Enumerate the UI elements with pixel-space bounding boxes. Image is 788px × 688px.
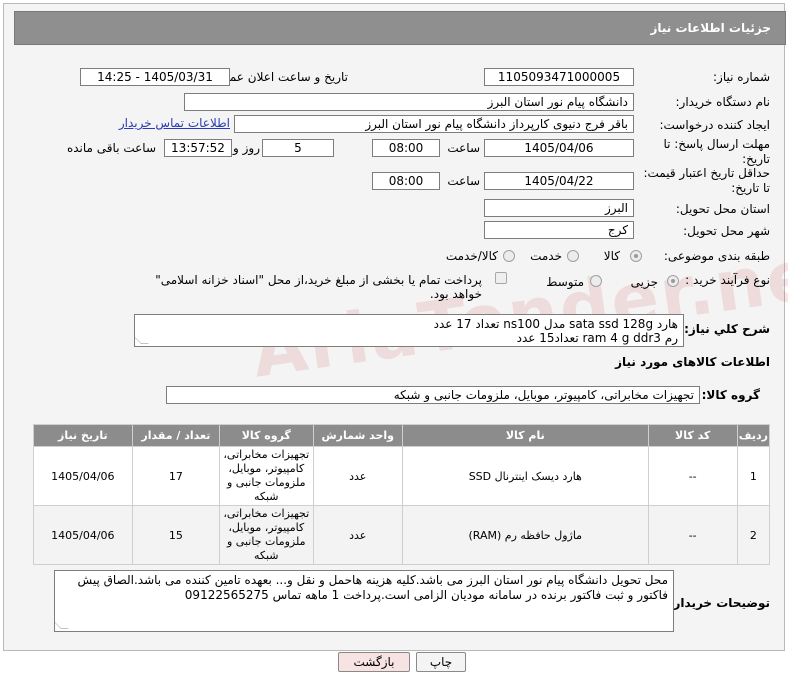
col-header-need-date: تاریخ نیاز [33, 424, 133, 447]
remaining-time-field: 13:57:52 [164, 139, 232, 157]
col-header-code: کد کالا [647, 424, 738, 447]
price-validity-label: حداقل تاریخ اعتبار قیمت: تا تاریخ: [643, 166, 770, 195]
city-label: شهر محل تحویل: [683, 224, 770, 238]
back-button[interactable]: بازگشت [338, 652, 410, 672]
table-row: 2 -- ماژول حافظه رم (RAM) عدد تجهیزات مخ… [33, 505, 771, 565]
category-radio-goods[interactable] [630, 250, 642, 262]
category-option-service: خدمت [530, 249, 562, 263]
cell-group: تجهیزات مخابراتی، کامپیوتر، موبایل، ملزو… [219, 446, 314, 506]
description-line-2: رم ram 4 g ddr3 تعداد15 عدد [516, 331, 678, 345]
city-field: کرج [484, 221, 634, 239]
buyer-notes-textarea[interactable]: محل تحویل دانشگاه پیام نور استان البرز م… [54, 570, 674, 632]
purchase-radio-minor[interactable] [667, 275, 679, 287]
cell-unit: عدد [312, 446, 403, 506]
purchase-radio-medium[interactable] [590, 275, 602, 287]
creator-field: باقر فرج دنیوی کارپرداز دانشگاه پیام نور… [234, 115, 634, 133]
category-option-goods-service: کالا/خدمت [445, 249, 498, 263]
purchase-option-minor: جزیی [630, 275, 658, 289]
cell-code: -- [647, 446, 738, 506]
need-number-label: شماره نیاز: [713, 70, 770, 84]
resize-handle-icon[interactable] [55, 621, 69, 629]
col-header-quantity: تعداد / مقدار [131, 424, 221, 447]
days-field: 5 [262, 139, 334, 157]
cell-group: تجهیزات مخابراتی، کامپیوتر، موبایل، ملزو… [219, 505, 314, 565]
purchase-option-medium: متوسط [546, 275, 584, 289]
col-header-group: گروه کالا [219, 424, 314, 447]
goods-table: ردیف کد کالا نام کالا واحد شمارش گروه کا… [33, 424, 771, 565]
col-header-unit: واحد شمارش [312, 424, 403, 447]
cell-unit: عدد [312, 505, 403, 565]
days-word: روز و [233, 141, 260, 155]
goods-group-field: تجهیزات مخابراتی، کامپیوتر، موبایل، ملزو… [166, 386, 700, 404]
category-radio-service[interactable] [567, 250, 579, 262]
province-field: البرز [484, 199, 634, 217]
table-header-row: ردیف کد کالا نام کالا واحد شمارش گروه کا… [33, 424, 771, 447]
table-row: 1 -- هارد دیسک اینترنال SSD عدد تجهیزات … [33, 446, 771, 506]
reply-deadline-label: مهلت ارسال پاسخ: تا تاریخ: [663, 137, 770, 166]
cell-need-date: 1405/04/06 [33, 446, 133, 506]
need-number-field: 1105093471000005 [484, 68, 634, 86]
price-time-word: ساعت [447, 174, 480, 188]
col-header-name: نام کالا [402, 424, 649, 447]
goods-group-label: گروه کالا: [701, 388, 760, 402]
reply-date-field: 1405/04/06 [484, 139, 634, 157]
buyer-contact-link[interactable]: اطلاعات تماس خریدار [119, 116, 230, 130]
col-header-row-number: ردیف [736, 424, 771, 447]
category-label: طبقه بندی موضوعی: [663, 249, 770, 263]
buyer-notes-text: محل تحویل دانشگاه پیام نور استان البرز م… [77, 573, 668, 602]
description-textarea[interactable]: هارد sata ssd 128g مدل ns100 تعداد 17 عد… [134, 314, 684, 347]
cell-quantity: 15 [131, 505, 221, 565]
price-date-field: 1405/04/22 [484, 172, 634, 190]
cell-quantity: 17 [131, 446, 221, 506]
creator-label: ایجاد کننده درخواست: [659, 118, 770, 132]
reply-time-word: ساعت [447, 141, 480, 155]
price-time-field: 08:00 [372, 172, 440, 190]
cell-row-number: 1 [736, 446, 771, 506]
category-option-goods: کالا [603, 249, 620, 263]
remaining-word: ساعت باقی مانده [66, 141, 156, 155]
buyer-org-field: دانشگاه پیام نور استان البرز [184, 93, 634, 111]
cell-name: هارد دیسک اینترنال SSD [402, 446, 649, 506]
reply-time-field: 08:00 [372, 139, 440, 157]
print-button[interactable]: چاپ [416, 652, 466, 672]
province-label: استان محل تحویل: [675, 202, 770, 216]
category-radio-goods-service[interactable] [503, 250, 515, 262]
buyer-org-label: نام دستگاه خریدار: [675, 95, 771, 109]
purchase-type-label: نوع فرآیند خرید : [685, 273, 770, 287]
cell-code: -- [647, 505, 738, 565]
buyer-notes-label: توضیحات خریدار: [668, 596, 770, 610]
announce-date-field: 1405/03/31 - 14:25 [80, 68, 230, 86]
cell-need-date: 1405/04/06 [33, 505, 133, 565]
treasury-payment-note: پرداخت تمام یا بخشی از مبلغ خرید،از محل … [155, 273, 482, 301]
panel-header: جزئیات اطلاعات نیاز [14, 11, 786, 45]
description-line-1: هارد sata ssd 128g مدل ns100 تعداد 17 عد… [433, 317, 678, 331]
treasury-payment-checkbox[interactable] [495, 272, 507, 284]
goods-info-title: اطلاعات کالاهای مورد نیاز [615, 355, 770, 369]
cell-name: ماژول حافظه رم (RAM) [402, 505, 649, 565]
cell-row-number: 2 [736, 505, 771, 565]
description-label: شرح کلي نياز: [684, 322, 770, 336]
